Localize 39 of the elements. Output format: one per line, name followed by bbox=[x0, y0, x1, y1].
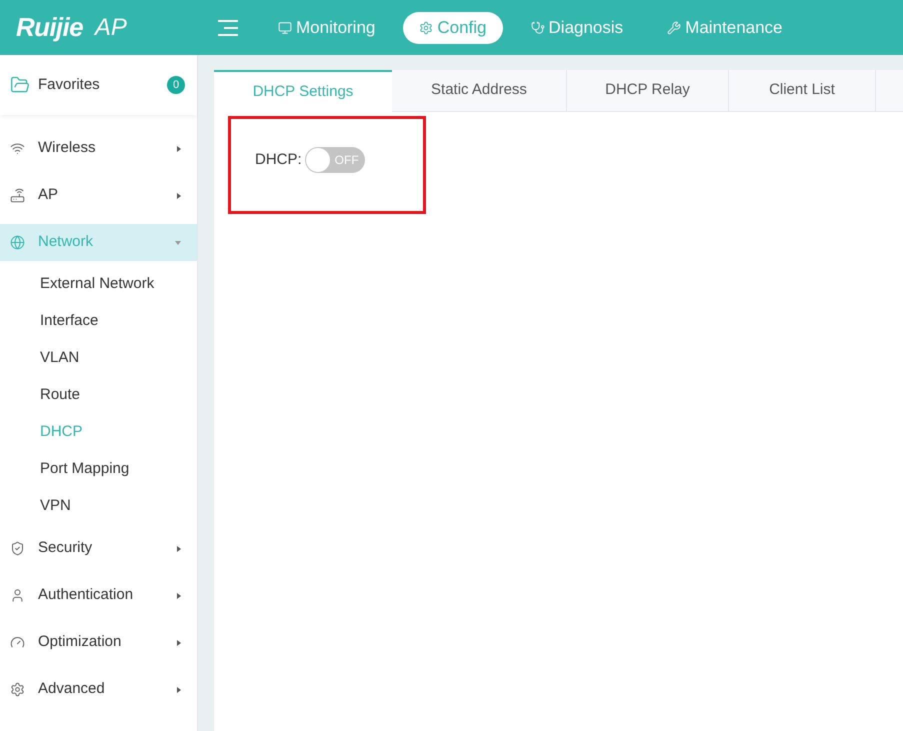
sidebar-item[interactable]: Authentication bbox=[0, 577, 197, 614]
gauge-icon bbox=[10, 635, 25, 650]
menu-toggle-icon[interactable] bbox=[218, 20, 238, 36]
caret-icon bbox=[177, 686, 181, 692]
stethoscope-icon bbox=[530, 20, 545, 34]
dhcp-label: DHCP: bbox=[255, 150, 302, 170]
gear-icon bbox=[419, 20, 434, 34]
globe-icon bbox=[10, 235, 25, 250]
sidebar-item[interactable]: Wireless bbox=[0, 130, 197, 167]
tools-icon bbox=[667, 20, 682, 34]
submenu-item[interactable]: VLAN bbox=[0, 340, 197, 377]
sidebar-item[interactable]: Advanced bbox=[0, 671, 197, 708]
count-badge: 0 bbox=[167, 76, 185, 94]
caret-icon bbox=[177, 592, 181, 598]
product-name: AP bbox=[94, 12, 127, 42]
sidebar-item[interactable]: Optimization bbox=[0, 624, 197, 661]
favorites-row[interactable]: Favorites 0 bbox=[0, 55, 197, 115]
caret-icon bbox=[175, 240, 181, 244]
tab[interactable]: Static Address bbox=[392, 70, 567, 111]
router-icon bbox=[10, 188, 25, 203]
monitor-icon bbox=[278, 20, 292, 34]
submenu-item[interactable]: VPN bbox=[0, 488, 197, 525]
sidebar-item[interactable]: AP bbox=[0, 177, 197, 214]
caret-icon bbox=[177, 546, 181, 552]
caret-icon bbox=[177, 146, 181, 152]
user-icon bbox=[10, 588, 25, 603]
caret-icon bbox=[177, 640, 181, 646]
tab[interactable]: Client List bbox=[729, 70, 876, 111]
submenu-item[interactable]: Port Mapping bbox=[0, 451, 197, 488]
submenu-item[interactable]: External Network bbox=[0, 266, 197, 303]
tab[interactable]: DHCP Relay bbox=[567, 70, 729, 111]
sidebar-item[interactable]: Security bbox=[0, 530, 197, 567]
submenu-item[interactable]: Route bbox=[0, 377, 197, 414]
shield-icon bbox=[10, 541, 25, 556]
favorites-label: Favorites bbox=[38, 74, 101, 95]
logo: Ruijie bbox=[16, 11, 83, 44]
submenu-item[interactable]: Interface bbox=[0, 303, 197, 340]
gear-icon bbox=[10, 682, 25, 697]
caret-icon bbox=[177, 192, 181, 198]
